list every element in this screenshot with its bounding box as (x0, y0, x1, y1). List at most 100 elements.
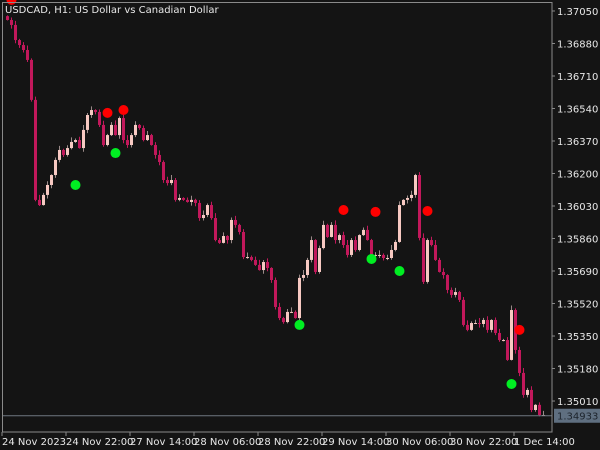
candle-body (22, 45, 25, 50)
candle-body (26, 49, 29, 60)
candle-body (242, 232, 245, 258)
candle-body (362, 229, 365, 236)
bear-candle (518, 346, 521, 377)
time-tick-label: 30 Nov 22:00 (450, 437, 517, 448)
candle-body (342, 235, 345, 246)
candle-body (466, 324, 469, 330)
bull-candle (322, 220, 325, 250)
price-tick-label: 1.35180 (557, 365, 598, 376)
bull-candle (310, 236, 313, 263)
bear-candle (326, 223, 329, 238)
candle-body (438, 259, 441, 272)
candle-body (414, 175, 417, 195)
candle-body (174, 180, 177, 200)
candle-body (154, 145, 157, 155)
candle-body (206, 205, 209, 215)
bear-candle (162, 160, 165, 183)
candle-body (354, 240, 357, 250)
candle-body (386, 258, 389, 260)
bear-candle (314, 239, 317, 275)
time-tick-label: 24 Nov 22:00 (66, 437, 133, 448)
price-tick-label: 1.36710 (557, 72, 598, 83)
candle-body (82, 129, 85, 149)
candle-body (418, 175, 421, 238)
candle-body (446, 275, 449, 290)
bear-candle (438, 257, 441, 273)
time-tick-label: 28 Nov 06:00 (194, 437, 261, 448)
bear-candle (6, 15, 9, 21)
candle-body (454, 292, 457, 295)
candle-body (302, 275, 305, 278)
candle-body (14, 24, 17, 41)
candle-body (246, 257, 249, 259)
candle-body (534, 404, 537, 411)
bear-candle (506, 337, 509, 361)
bear-candle (494, 317, 497, 336)
bear-candle (98, 109, 101, 128)
candle-body (310, 240, 313, 260)
candle-body (522, 372, 525, 395)
candle-body (10, 19, 13, 25)
bull-candle (398, 201, 401, 243)
price-tick-label: 1.36540 (557, 104, 598, 115)
buy-signal-dot (70, 179, 81, 190)
candle-body (498, 332, 501, 341)
candle-body (490, 319, 493, 330)
bull-candle (426, 238, 429, 284)
candle-body (518, 349, 521, 373)
candle-body (506, 340, 509, 360)
price-chart[interactable]: 1.37050 1.36880 1.36710 1.36540 1.36370 1.362… (0, 0, 600, 450)
candle-body (6, 16, 9, 20)
candle-body (234, 219, 237, 225)
time-tick-label: 1 Dec 14:00 (514, 437, 575, 448)
candle-body (358, 235, 361, 250)
candle-body (142, 127, 145, 141)
price-tick-label: 1.35010 (557, 397, 598, 408)
candle-body (526, 389, 529, 395)
candle-body (230, 219, 233, 241)
candle-body (398, 205, 401, 242)
bull-candle (350, 238, 353, 258)
candle-body (74, 140, 77, 142)
candle-body (462, 299, 465, 325)
candle-body (298, 277, 301, 319)
candle-body (66, 148, 69, 155)
candle-body (494, 319, 497, 333)
candle-body (210, 205, 213, 219)
price-tick-label: 1.35350 (557, 332, 598, 343)
candle-body (530, 389, 533, 411)
candle-body (86, 114, 89, 130)
candle-body (222, 236, 225, 243)
candle-body (410, 194, 413, 198)
candle-body (90, 110, 93, 115)
candle-body (202, 214, 205, 219)
candle-body (346, 245, 349, 255)
candle-body (470, 323, 473, 330)
bear-candle (198, 200, 201, 221)
candle-body (314, 240, 317, 272)
candle-body (266, 262, 269, 268)
candle-body (254, 259, 257, 265)
sell-signal-dot (338, 205, 349, 216)
candle-body (306, 259, 309, 276)
bear-candle (150, 133, 153, 146)
time-tick-label: 27 Nov 14:00 (130, 437, 197, 448)
price-tick-label: 1.36030 (557, 202, 598, 213)
candle-body (442, 271, 445, 276)
candle-body (262, 262, 265, 271)
sell-signal-dot (370, 206, 381, 217)
candle-body (42, 194, 45, 206)
buy-signal-dot (110, 148, 121, 159)
candle-body (422, 237, 425, 282)
bear-candle (174, 177, 177, 202)
candle-body (138, 124, 141, 128)
candle-body (486, 319, 489, 330)
candle-body (434, 245, 437, 260)
candle-body (194, 199, 197, 203)
bear-candle (422, 233, 425, 285)
candle-body (430, 240, 433, 246)
candle-body (334, 224, 337, 241)
candle-body (290, 311, 293, 313)
candle-body (426, 240, 429, 282)
bull-candle (358, 234, 361, 252)
